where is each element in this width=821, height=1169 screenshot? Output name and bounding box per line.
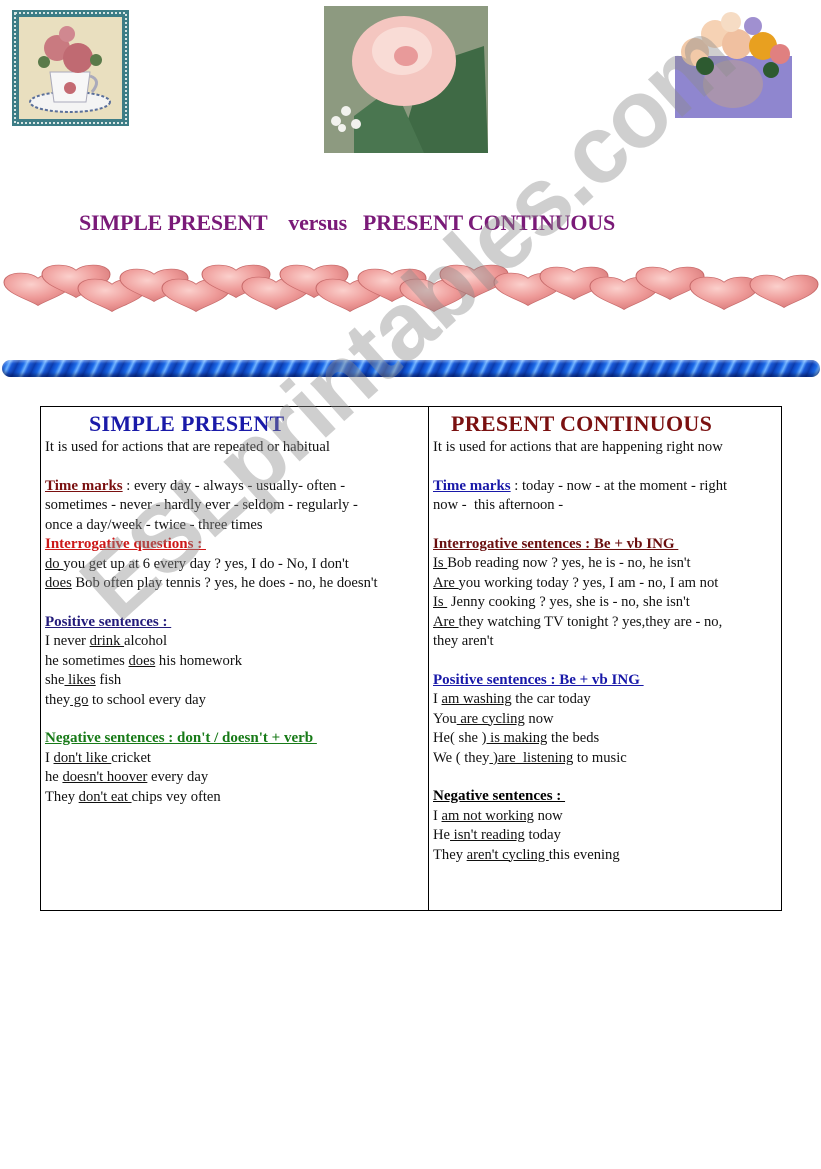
time-marks-label: Time marks: [433, 477, 511, 494]
heart-icon: [689, 276, 759, 311]
time-marks-line: once a day/week - twice - three times: [45, 516, 263, 533]
simple-present-heading: SIMPLE PRESENT: [89, 411, 285, 436]
heart-icon: [749, 274, 819, 309]
rose-bouquet-picture: [675, 4, 792, 118]
present-continuous-heading: PRESENT CONTINUOUS: [451, 411, 713, 436]
present-continuous-time-marks: Time marks : today - now - at the moment…: [433, 477, 728, 494]
negative-title: Negative sentences : don't / doesn't + v…: [45, 730, 317, 746]
interrogative-title: Interrogative questions :: [45, 536, 206, 552]
simple-present-usage: It is used for actions that are repeated…: [45, 439, 330, 455]
interrogative-title: Interrogative sentences : Be + vb ING: [433, 535, 679, 552]
example-sentence: They don't eat chips vey often: [45, 788, 221, 805]
example-sentence: I never drink alcohol: [45, 633, 168, 649]
example-sentence: He isn't reading today: [433, 827, 561, 843]
example-sentence: Are they watching TV tonight ? yes,they …: [433, 613, 723, 630]
example-sentence: does Bob often play tennis ? yes, he doe…: [45, 575, 378, 591]
example-sentence: he doesn't hoover every day: [45, 769, 209, 785]
teacup-roses-picture: [12, 10, 129, 126]
simple-present-time-marks: Time marks : every day - always - usuall…: [45, 477, 346, 494]
example-sentence: He( she ) is making the beds: [433, 730, 600, 746]
present-continuous-column: PRESENT CONTINUOUS It is used for action…: [429, 407, 781, 910]
example-sentence: they go to school every day: [45, 691, 206, 708]
example-sentence: They aren't cycling this evening: [433, 846, 620, 863]
positive-title: Positive sentences : Be + vb ING: [433, 671, 644, 688]
worksheet-title: SIMPLE PRESENT versus PRESENT CONTINUOUS: [79, 210, 616, 235]
positive-title: Positive sentences :: [45, 613, 172, 630]
example-sentence: she likes fish: [45, 672, 122, 688]
example-sentence-continuation: they aren't: [433, 633, 494, 649]
time-marks-line: sometimes - never - hardly ever - seldom…: [45, 497, 358, 513]
time-marks-line: now - this afternoon -: [433, 497, 564, 513]
example-sentence: he sometimes does his homework: [45, 652, 243, 669]
example-sentence: Is Bob reading now ? yes, he is - no, he…: [433, 555, 691, 571]
example-sentence: I am washing the car today: [433, 691, 591, 707]
negative-title: Negative sentences :: [433, 788, 566, 804]
example-sentence: Are you working today ? yes, I am - no, …: [433, 574, 719, 591]
time-marks-label: Time marks: [45, 477, 123, 494]
simple-present-column: SIMPLE PRESENT It is used for actions th…: [41, 407, 429, 910]
hearts-border: [3, 264, 819, 313]
present-continuous-usage: It is used for actions that are happenin…: [433, 439, 723, 455]
example-sentence: Is Jenny cooking ? yes, she is - no, she…: [433, 594, 690, 610]
pink-rose-picture: [324, 6, 488, 153]
example-sentence: I don't like cricket: [45, 749, 151, 766]
example-sentence: You are cycling now: [433, 710, 554, 727]
example-sentence: do you get up at 6 every day ? yes, I do…: [45, 555, 349, 572]
example-sentence: We ( they )are listening to music: [433, 749, 627, 766]
example-sentence: I am not working now: [433, 807, 563, 824]
blue-rope-divider: [2, 360, 820, 377]
grammar-comparison-table: SIMPLE PRESENT It is used for actions th…: [40, 406, 782, 911]
